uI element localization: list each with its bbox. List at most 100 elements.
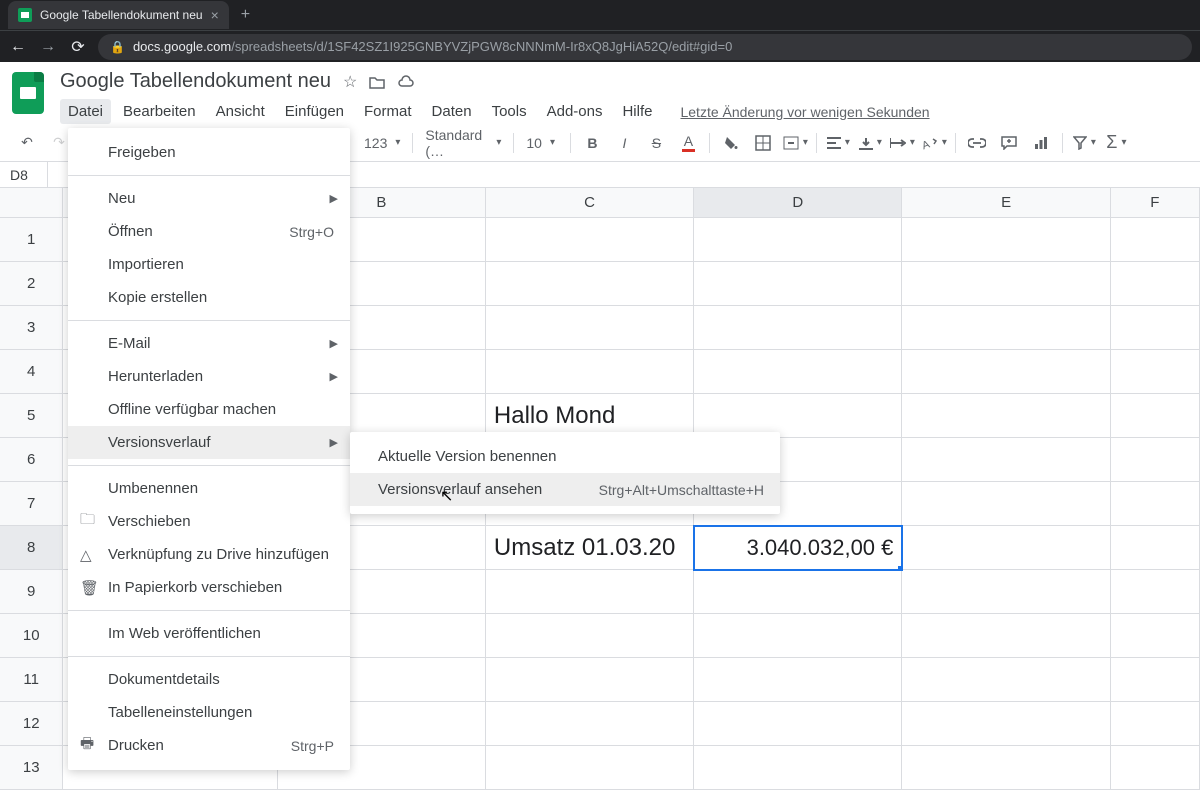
menu-daten[interactable]: Daten [424, 99, 480, 124]
undo-button[interactable]: ↶ [12, 129, 42, 157]
number-format-select[interactable]: 123 [358, 129, 406, 157]
close-tab-icon[interactable]: × [211, 7, 219, 23]
row-header-5[interactable]: 5 [0, 394, 63, 438]
cell-F2[interactable] [1111, 262, 1200, 306]
menu-format[interactable]: Format [356, 99, 420, 124]
menu-oeffnen[interactable]: ÖffnenStrg+O [68, 215, 350, 248]
menu-offline[interactable]: Offline verfügbar machen [68, 393, 350, 426]
row-header-2[interactable]: 2 [0, 262, 63, 306]
menu-papierkorb[interactable]: 🗑In Papierkorb verschieben [68, 571, 350, 604]
menu-bearbeiten[interactable]: Bearbeiten [115, 99, 204, 124]
cell-C13[interactable] [486, 746, 694, 790]
cell-F5[interactable] [1111, 394, 1200, 438]
cell-C1[interactable] [486, 218, 694, 262]
row-header-4[interactable]: 4 [0, 350, 63, 394]
row-header-13[interactable]: 13 [0, 746, 63, 790]
cell-E7[interactable] [902, 482, 1110, 526]
back-button[interactable]: ← [8, 38, 28, 56]
menu-einstellungen[interactable]: Tabelleneinstellungen [68, 696, 350, 729]
cell-D2[interactable] [694, 262, 902, 306]
cell-E6[interactable] [902, 438, 1110, 482]
col-header-D[interactable]: D [694, 188, 902, 218]
cell-C9[interactable] [486, 570, 694, 614]
last-edit-link[interactable]: Letzte Änderung vor wenigen Sekunden [680, 104, 929, 120]
forward-button[interactable]: → [38, 38, 58, 56]
row-header-7[interactable]: 7 [0, 482, 63, 526]
cell-D11[interactable] [694, 658, 902, 702]
cell-D10[interactable] [694, 614, 902, 658]
row-header-11[interactable]: 11 [0, 658, 63, 702]
document-title[interactable]: Google Tabellendokument neu [60, 70, 331, 93]
col-header-F[interactable]: F [1111, 188, 1200, 218]
cell-E11[interactable] [902, 658, 1110, 702]
cell-F10[interactable] [1111, 614, 1200, 658]
cell-C2[interactable] [486, 262, 694, 306]
menu-web[interactable]: Im Web veröffentlichen [68, 617, 350, 650]
cell-D3[interactable] [694, 306, 902, 350]
menu-verknuepfung[interactable]: △Verknüpfung zu Drive hinzufügen [68, 538, 350, 571]
wrap-button[interactable] [887, 129, 917, 157]
menu-tools[interactable]: Tools [484, 99, 535, 124]
link-button[interactable] [962, 129, 992, 157]
cell-F9[interactable] [1111, 570, 1200, 614]
menu-hilfe[interactable]: Hilfe [614, 99, 660, 124]
reload-button[interactable]: ⟳ [68, 37, 88, 57]
cell-F7[interactable] [1111, 482, 1200, 526]
cell-E9[interactable] [902, 570, 1110, 614]
cell-D1[interactable] [694, 218, 902, 262]
cell-D9[interactable] [694, 570, 902, 614]
cell-F1[interactable] [1111, 218, 1200, 262]
cell-E8[interactable] [902, 526, 1110, 570]
menu-details[interactable]: Dokumentdetails [68, 663, 350, 696]
cell-E3[interactable] [902, 306, 1110, 350]
select-all-corner[interactable] [0, 188, 63, 218]
font-size-select[interactable]: 10 [520, 129, 564, 157]
menu-freigeben[interactable]: Freigeben [68, 136, 350, 169]
row-header-12[interactable]: 12 [0, 702, 63, 746]
merge-button[interactable] [780, 129, 810, 157]
cell-F12[interactable] [1111, 702, 1200, 746]
sheets-logo[interactable] [12, 72, 50, 120]
cell-F6[interactable] [1111, 438, 1200, 482]
row-header-1[interactable]: 1 [0, 218, 63, 262]
menu-drucken[interactable]: 🖶DruckenStrg+P [68, 729, 350, 762]
row-header-10[interactable]: 10 [0, 614, 63, 658]
cell-E10[interactable] [902, 614, 1110, 658]
h-align-button[interactable] [823, 129, 853, 157]
cell-D8[interactable]: 3.040.032,00 € [694, 526, 902, 570]
filter-button[interactable] [1069, 129, 1099, 157]
col-header-E[interactable]: E [902, 188, 1110, 218]
menu-neu[interactable]: Neu▶ [68, 182, 350, 215]
move-to-drive-icon[interactable] [369, 75, 385, 89]
cell-F3[interactable] [1111, 306, 1200, 350]
bold-button[interactable]: B [577, 129, 607, 157]
cell-E13[interactable] [902, 746, 1110, 790]
cell-C8[interactable]: Umsatz 01.03.20 [486, 526, 694, 570]
submenu-benennen[interactable]: Aktuelle Version benennen [350, 440, 780, 473]
star-icon[interactable]: ☆ [343, 72, 357, 92]
menu-addons[interactable]: Add-ons [539, 99, 611, 124]
menu-email[interactable]: E-Mail▶ [68, 327, 350, 360]
submenu-ansehen[interactable]: Versionsverlauf ansehenStrg+Alt+Umschalt… [350, 473, 780, 506]
menu-umbenennen[interactable]: Umbenennen [68, 472, 350, 505]
font-select[interactable]: Standard (… [419, 129, 507, 157]
borders-button[interactable] [748, 129, 778, 157]
menu-verschieben[interactable]: 🗀Verschieben [68, 505, 350, 538]
cell-F4[interactable] [1111, 350, 1200, 394]
cell-D4[interactable] [694, 350, 902, 394]
cell-C12[interactable] [486, 702, 694, 746]
menu-einfuegen[interactable]: Einfügen [277, 99, 352, 124]
cell-D13[interactable] [694, 746, 902, 790]
cell-F13[interactable] [1111, 746, 1200, 790]
cell-D12[interactable] [694, 702, 902, 746]
cell-E4[interactable] [902, 350, 1110, 394]
cell-C11[interactable] [486, 658, 694, 702]
menu-ansicht[interactable]: Ansicht [208, 99, 273, 124]
menu-datei[interactable]: Datei [60, 99, 111, 124]
comment-button[interactable] [994, 129, 1024, 157]
text-color-button[interactable]: A [673, 129, 703, 157]
cell-E12[interactable] [902, 702, 1110, 746]
italic-button[interactable]: I [609, 129, 639, 157]
row-header-8[interactable]: 8 [0, 526, 63, 570]
menu-herunterladen[interactable]: Herunterladen▶ [68, 360, 350, 393]
